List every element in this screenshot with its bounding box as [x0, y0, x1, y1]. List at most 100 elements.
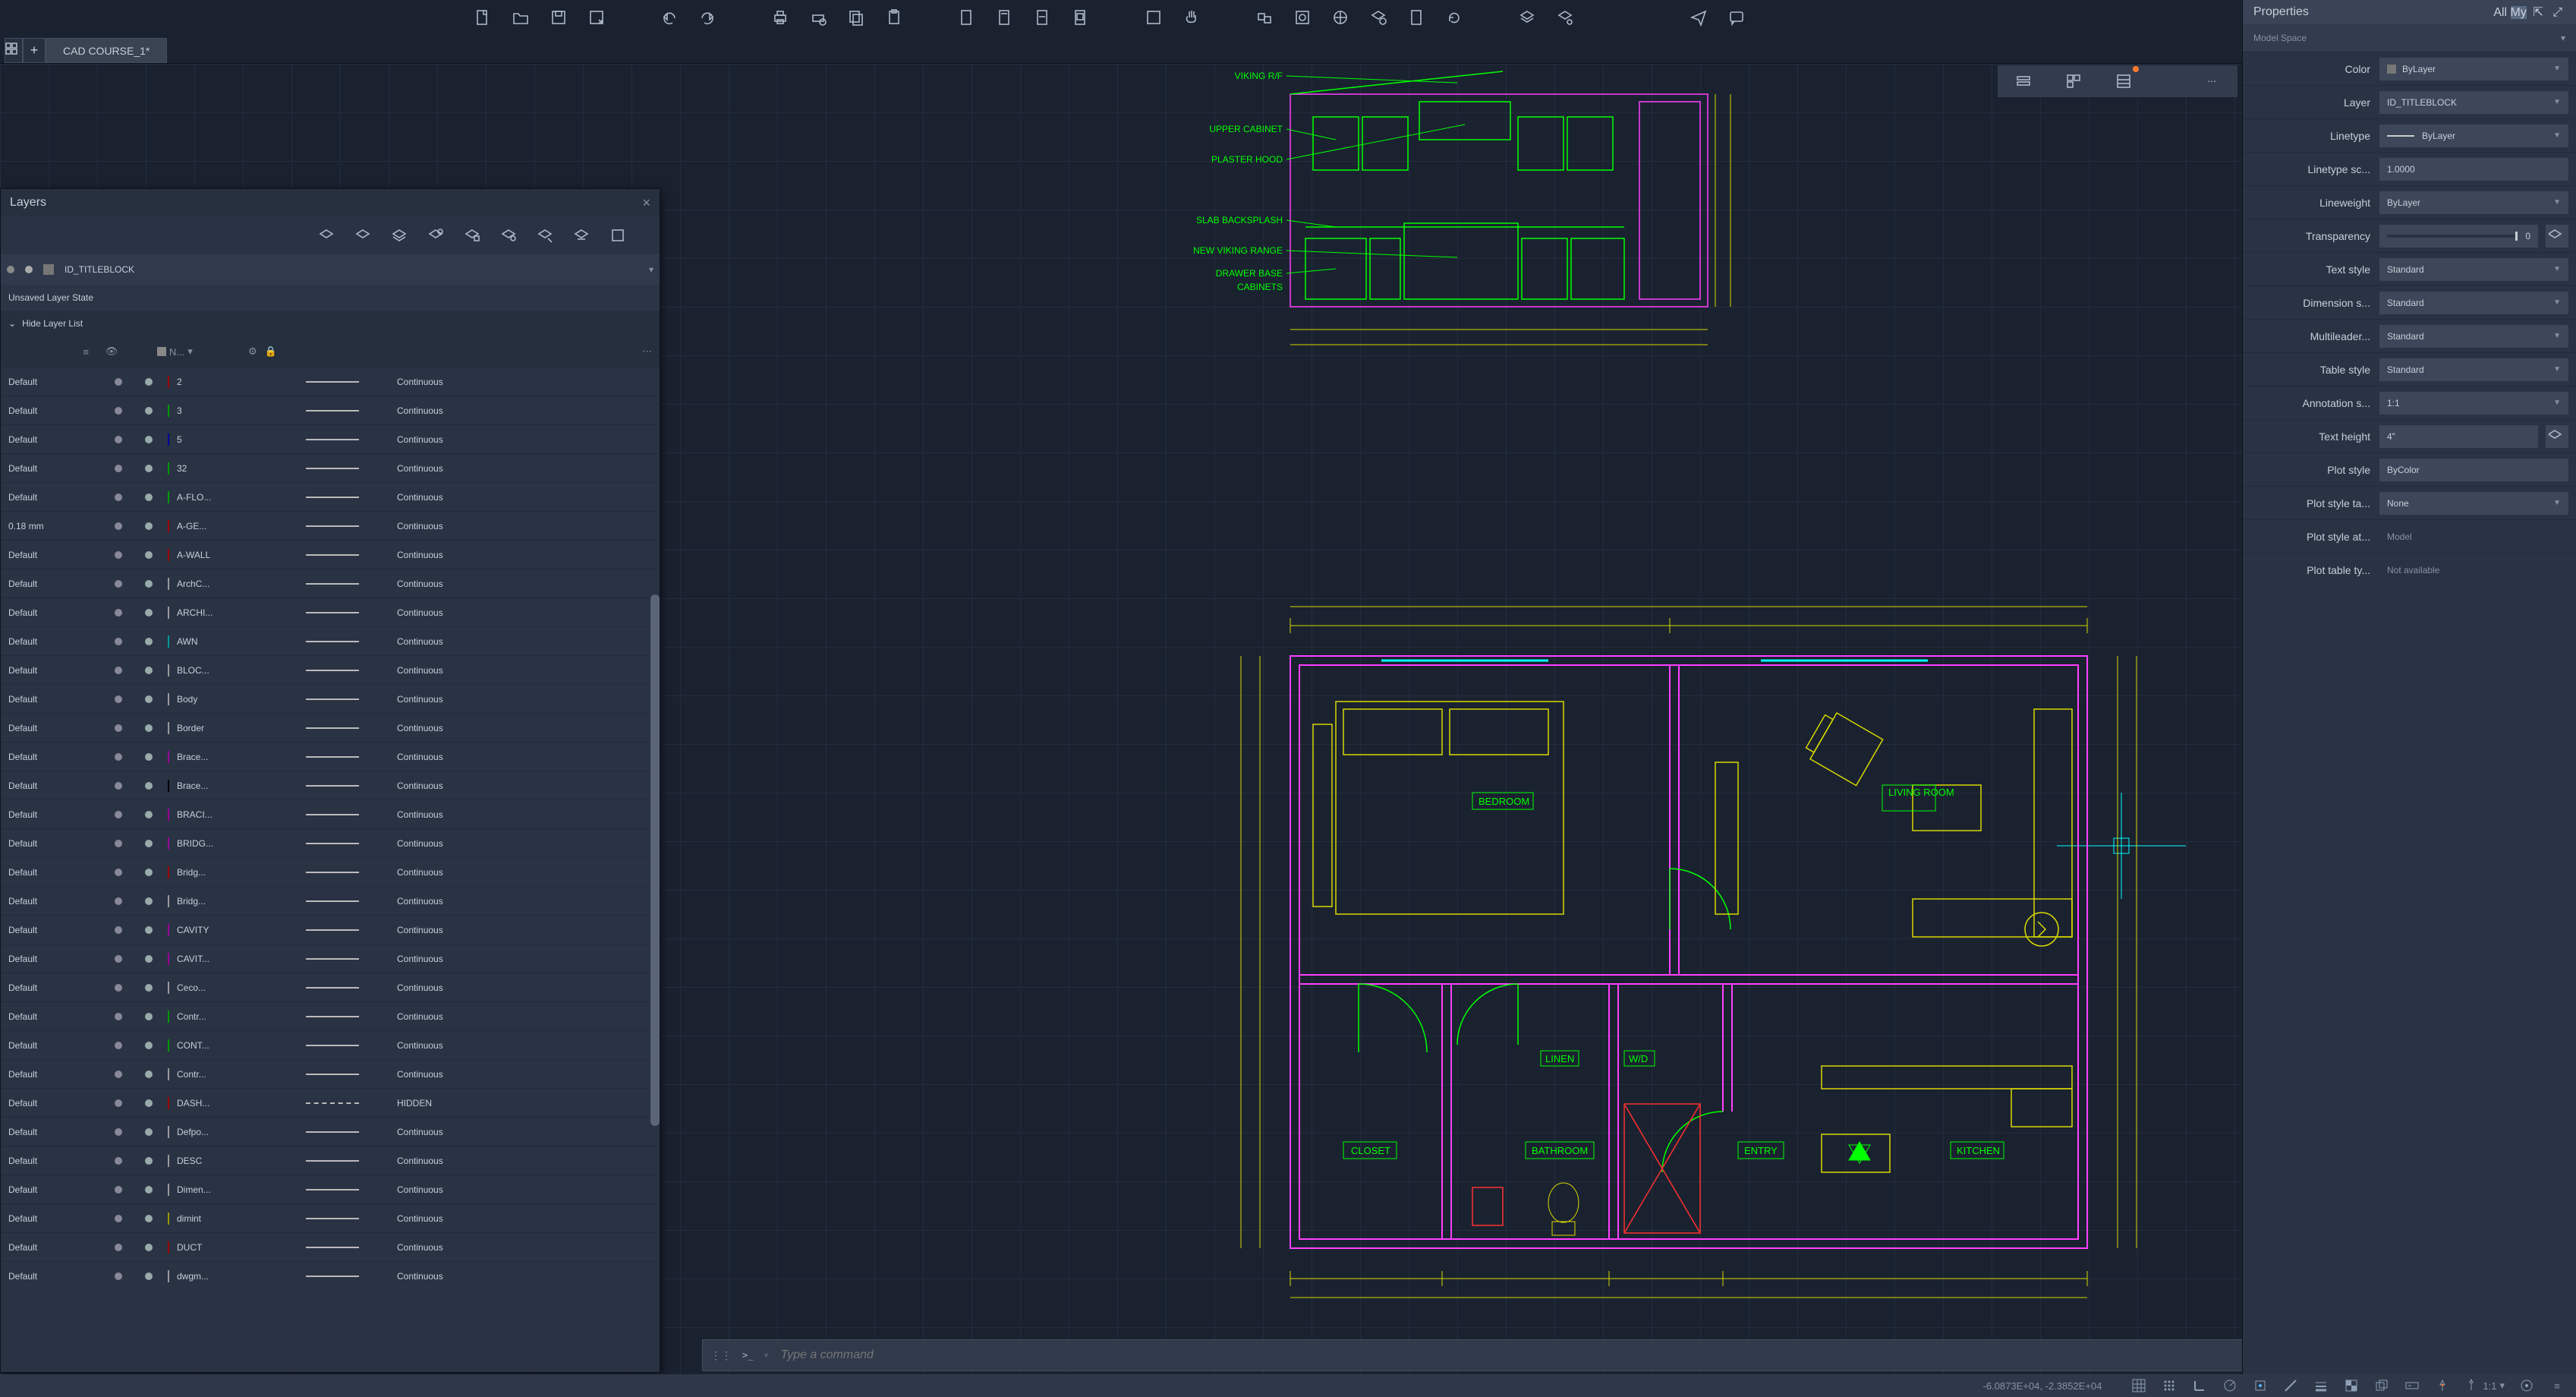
block-icon[interactable] [1252, 5, 1280, 33]
property-value[interactable]: 4" [2379, 425, 2538, 448]
property-value[interactable]: 0 [2379, 225, 2538, 248]
layer-linetype[interactable]: Continuous [397, 665, 496, 676]
layer-add-icon[interactable] [1366, 5, 1393, 33]
layer-linetype[interactable]: Continuous [397, 1069, 496, 1080]
layer-freeze-icon[interactable] [137, 840, 160, 847]
grid-icon[interactable] [2130, 1377, 2147, 1394]
expand-icon[interactable]: ⤢ [2549, 6, 2565, 19]
layer-name[interactable]: DUCT [177, 1242, 298, 1253]
layer-row[interactable]: DefaultDESCContinuous [1, 1146, 660, 1175]
layer-linetype[interactable]: Continuous [397, 867, 496, 878]
layer-name[interactable]: Dimen... [177, 1184, 298, 1195]
otrack-icon[interactable] [2282, 1377, 2299, 1394]
layer-visibility-icon[interactable] [107, 753, 130, 761]
property-value[interactable]: ByLayer▼ [2379, 58, 2568, 80]
layer-visibility-icon[interactable] [107, 695, 130, 703]
redo-icon[interactable] [695, 5, 723, 33]
layer-name[interactable]: Body [177, 694, 298, 705]
layer-linetype[interactable]: Continuous [397, 1156, 496, 1166]
property-value[interactable]: Standard▼ [2379, 258, 2568, 281]
property-value[interactable]: Standard▼ [2379, 292, 2568, 314]
property-value[interactable]: ByLayer▼ [2379, 125, 2568, 147]
property-extra-button[interactable] [2546, 425, 2568, 448]
layer-color-swatch[interactable] [168, 377, 169, 387]
layer-row[interactable]: DefaultAWNContinuous [1, 626, 660, 655]
layer-linetype[interactable]: Continuous [397, 780, 496, 791]
layer-row[interactable]: DefaultBrace...Continuous [1, 771, 660, 799]
layer-visibility-icon[interactable] [107, 984, 130, 992]
layer-visibility-icon[interactable] [107, 1157, 130, 1165]
sheet2-icon[interactable] [993, 5, 1020, 33]
scrollbar[interactable] [650, 594, 660, 1126]
layer-panel-icon[interactable] [1515, 5, 1542, 33]
layer-visibility-icon[interactable] [107, 1244, 130, 1251]
layer-color-swatch[interactable] [168, 954, 169, 964]
hide-layer-list-toggle[interactable]: ⌄ Hide Layer List [1, 311, 660, 336]
layer-freeze-icon[interactable] [388, 224, 411, 247]
layer-freeze-icon[interactable] [137, 955, 160, 963]
layer-name[interactable]: 3 [177, 405, 298, 416]
layer-linetype[interactable]: Continuous [397, 694, 496, 705]
lineweight-icon[interactable] [2313, 1377, 2329, 1394]
properties-tab-my[interactable]: My [2511, 6, 2527, 19]
snap-icon[interactable] [2161, 1377, 2178, 1394]
layer-name[interactable]: Contr... [177, 1011, 298, 1022]
property-value[interactable]: Standard▼ [2379, 325, 2568, 348]
col-options-icon[interactable]: ⋯ [642, 345, 652, 358]
chat-icon[interactable] [1724, 5, 1752, 33]
layer-color-swatch[interactable] [168, 665, 169, 676]
layer-name[interactable]: CAVIT... [177, 954, 298, 964]
properties-tab-all[interactable]: All [2493, 6, 2507, 19]
layer-visibility-icon[interactable] [107, 1042, 130, 1049]
layer-freeze-icon[interactable] [137, 695, 160, 703]
layer-row[interactable]: DefaultCeco...Continuous [1, 973, 660, 1001]
selection-dropdown[interactable]: Model Space ▾ [2243, 24, 2576, 52]
pin-icon[interactable]: ⇱ [2530, 6, 2546, 19]
layer-name[interactable]: BRIDG... [177, 838, 298, 849]
layer-row[interactable]: DefaultCAVIT...Continuous [1, 944, 660, 973]
layer-color-swatch[interactable] [168, 1127, 169, 1137]
layer-freeze-icon[interactable] [137, 1042, 160, 1049]
layer-name[interactable]: AWN [177, 636, 298, 647]
layer-visibility-icon[interactable] [107, 869, 130, 876]
layer-visibility-icon[interactable] [107, 782, 130, 790]
layer-freeze-icon[interactable] [137, 378, 160, 386]
layer-state-icon[interactable] [606, 224, 629, 247]
layer-name[interactable]: BLOC... [177, 665, 298, 676]
layer-name[interactable]: 2 [177, 377, 298, 387]
layer-visibility-icon[interactable] [107, 840, 130, 847]
copy-icon[interactable] [844, 5, 871, 33]
layer-visibility-icon[interactable] [107, 724, 130, 732]
open-icon[interactable] [509, 5, 536, 33]
sheet3-icon[interactable] [1031, 5, 1058, 33]
layer-linetype[interactable]: Continuous [397, 550, 496, 560]
layer-color-swatch[interactable] [168, 694, 169, 705]
layer-color-swatch[interactable] [168, 1242, 169, 1253]
layer-freeze-icon[interactable] [137, 1013, 160, 1020]
layer-row[interactable]: DefaultBridg...Continuous [1, 886, 660, 915]
transparency-icon[interactable] [2343, 1377, 2360, 1394]
layer-color-swatch[interactable] [168, 405, 169, 416]
layer-freeze-icon[interactable] [137, 1186, 160, 1194]
layer-name[interactable]: Bridg... [177, 867, 298, 878]
layer-name[interactable]: dwgm... [177, 1271, 298, 1282]
layer-visibility-icon[interactable] [107, 1128, 130, 1136]
annotation-scale-button[interactable]: 1:1▾ [2464, 1378, 2505, 1393]
tab-add-button[interactable]: + [23, 38, 46, 63]
ortho-icon[interactable] [2191, 1377, 2208, 1394]
layer-linetype[interactable]: Continuous [397, 752, 496, 762]
layer-color-swatch[interactable] [168, 1271, 169, 1282]
layer-name[interactable]: Brace... [177, 752, 298, 762]
layer-freeze-icon[interactable] [137, 1128, 160, 1136]
layer-unlock-icon[interactable] [497, 224, 520, 247]
doc-icon[interactable] [1404, 5, 1431, 33]
layer-freeze-icon[interactable] [137, 465, 160, 472]
layer-lock-icon[interactable] [461, 224, 483, 247]
layer-name[interactable]: A-GE... [177, 521, 298, 531]
layer-linetype[interactable]: Continuous [397, 521, 496, 531]
layer-name[interactable]: A-WALL [177, 550, 298, 560]
polar-icon[interactable] [2222, 1377, 2238, 1394]
layer-name[interactable]: DESC [177, 1156, 298, 1166]
layer-color-swatch[interactable] [168, 867, 169, 878]
layer-row[interactable]: DefaultBridg...Continuous [1, 857, 660, 886]
